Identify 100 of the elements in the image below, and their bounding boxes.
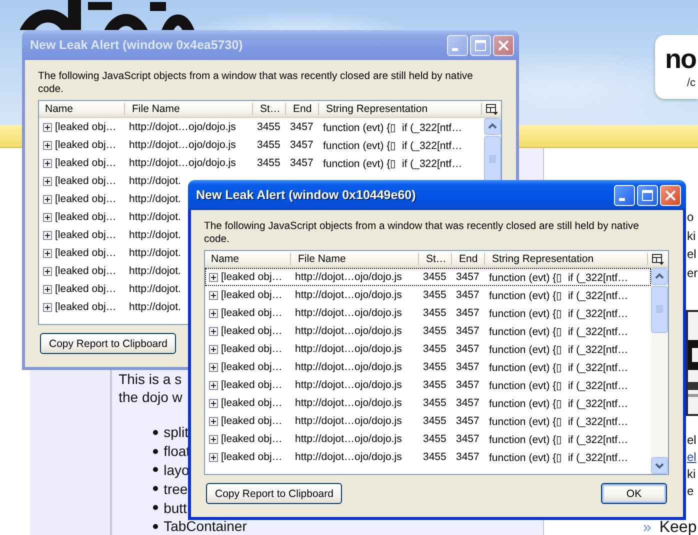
table-cell: [leaked obj… — [221, 271, 282, 283]
table-cell: function (evt) {▯ if (_322[ntf… — [323, 138, 462, 152]
table-cell: [leaked obj… — [55, 247, 116, 259]
table-cell: function (evt) {▯ if (_322[ntf… — [489, 360, 628, 374]
table-cell: [leaked obj… — [221, 325, 282, 337]
table-cell: 3457 — [290, 157, 314, 169]
table-cell: http://dojot…ojo/dojo.js — [295, 361, 402, 373]
table-cell: [leaked obj… — [221, 289, 282, 301]
list-item: tree — [164, 480, 188, 497]
text-fragment: o — [687, 209, 694, 226]
table-cell: [leaked obj… — [55, 175, 116, 187]
table-cell: 3457 — [456, 397, 480, 409]
table-cell: http://dojot…ojo/dojo.js — [295, 325, 402, 337]
table-cell: function (evt) {▯ if (_322[ntf… — [489, 378, 628, 392]
table-cell: 3455 — [423, 361, 446, 373]
card-subtitle: /c — [687, 77, 697, 89]
table-cell: http://dojot…ojo/dojo.js — [129, 157, 236, 169]
table-cell: 3457 — [456, 451, 480, 463]
table-cell: [leaked obj… — [221, 307, 282, 319]
table-cell: 3457 — [456, 307, 480, 319]
table-cell: 3455 — [257, 139, 280, 151]
table-cell: 3457 — [456, 289, 480, 301]
table-cell: 3457 — [456, 325, 480, 337]
text-fragment: er — [687, 264, 698, 282]
table-cell: [leaked obj… — [55, 283, 116, 295]
table-cell: [leaked obj… — [55, 229, 116, 241]
description-text: The following JavaScript objects from a window that was recently closed are still held by native code. — [38, 70, 474, 96]
table-cell: http://dojot…ojo/dojo.js — [295, 343, 402, 355]
table-cell: http://dojot. — [129, 301, 181, 313]
table-cell: http://dojot. — [129, 229, 181, 241]
table-cell: 3455 — [423, 289, 446, 301]
paragraph-line: This is a s — [118, 370, 182, 388]
table-cell: 3457 — [456, 361, 480, 373]
text-fragment: ki — [687, 228, 696, 244]
table-cell: http://dojot. — [129, 247, 181, 259]
table-cell: [leaked obj… — [221, 343, 282, 355]
text-fragment: ki — [687, 466, 696, 483]
table-cell: [leaked obj… — [221, 379, 282, 391]
table-cell: function (evt) {▯ if (_322[ntf… — [489, 432, 628, 446]
table-cell: function (evt) {▯ if (_322[ntf… — [489, 288, 628, 302]
table-cell: [leaked obj… — [55, 157, 116, 169]
text-fragment: e — [687, 483, 694, 500]
table-cell: 3455 — [423, 415, 446, 427]
table-cell: [leaked obj… — [55, 211, 116, 223]
table-cell: 3455 — [423, 325, 446, 337]
table-cell: http://dojot. — [129, 193, 181, 205]
table-cell: http://dojot…ojo/dojo.js — [295, 397, 402, 409]
table-cell: 3455 — [423, 307, 446, 319]
list-item: split — [164, 424, 188, 440]
table-cell: [leaked obj… — [221, 397, 282, 409]
table-cell: http://dojot. — [129, 283, 181, 295]
table-cell: 3455 — [423, 379, 446, 391]
table-cell: 3457 — [290, 139, 314, 151]
table-cell: 3455 — [423, 433, 446, 445]
table-cell: [leaked obj… — [221, 433, 282, 445]
table-cell: function (evt) {▯ if (_322[ntf… — [489, 396, 628, 410]
table-cell: function (evt) {▯ if (_322[ntf… — [489, 414, 628, 428]
table-cell: http://dojot…ojo/dojo.js — [295, 289, 402, 301]
table-cell: http://dojot…ojo/dojo.js — [129, 121, 236, 133]
table-cell: 3455 — [423, 451, 446, 463]
table-cell: 3455 — [257, 157, 280, 169]
table-cell: [leaked obj… — [55, 139, 116, 151]
description-text: The following JavaScript objects from a window that was recently closed are still held by native code. — [204, 220, 640, 246]
window-title: New Leak Alert (window 0x10449e60) — [196, 188, 417, 202]
table-cell: [leaked obj… — [55, 265, 116, 277]
card-title: no — [665, 45, 697, 73]
table-cell: [leaked obj… — [221, 415, 282, 427]
paragraph-line: the dojo w — [118, 388, 182, 406]
table-cell: function (evt) {▯ if (_322[ntf… — [323, 156, 462, 170]
table-cell: 3457 — [456, 433, 480, 445]
window-title: New Leak Alert (window 0x4ea5730) — [30, 38, 244, 52]
list-item: butt — [164, 500, 187, 516]
table-cell: http://dojot…ojo/dojo.js — [295, 433, 402, 445]
table-cell: 3457 — [456, 343, 480, 355]
table-cell: function (evt) {▯ if (_322[ntf… — [489, 306, 628, 320]
table-cell: [leaked obj… — [55, 121, 116, 133]
table-cell: http://dojot. — [129, 175, 181, 187]
table-cell: 3457 — [456, 379, 480, 391]
table-cell: http://dojot…ojo/dojo.js — [295, 415, 402, 427]
text-fragment: el — [687, 432, 696, 449]
table-cell: http://dojot. — [129, 211, 181, 223]
table-cell: 3455 — [257, 121, 280, 133]
table-cell: http://dojot…ojo/dojo.js — [295, 379, 402, 391]
table-cell: [leaked obj… — [55, 301, 116, 313]
table-cell: 3457 — [290, 121, 314, 133]
table-cell: 3457 — [456, 415, 480, 427]
list-item: layo — [164, 462, 190, 478]
table-cell: 3455 — [423, 397, 446, 409]
table-cell: function (evt) {▯ if (_322[ntf… — [489, 270, 628, 284]
table-cell: http://dojot…ojo/dojo.js — [129, 139, 236, 151]
table-cell: function (evt) {▯ if (_322[ntf… — [323, 120, 462, 134]
table-cell: http://dojot. — [129, 265, 181, 277]
table-cell: http://dojot…ojo/dojo.js — [295, 307, 402, 319]
table-cell: 3455 — [423, 271, 446, 283]
table-cell: function (evt) {▯ if (_322[ntf… — [489, 324, 628, 338]
text-fragment: el — [687, 246, 696, 263]
table-cell: function (evt) {▯ if (_322[ntf… — [489, 450, 628, 464]
table-cell: [leaked obj… — [221, 361, 282, 373]
table-cell: [leaked obj… — [221, 451, 282, 463]
table-cell: function (evt) {▯ if (_322[ntf… — [489, 342, 628, 356]
